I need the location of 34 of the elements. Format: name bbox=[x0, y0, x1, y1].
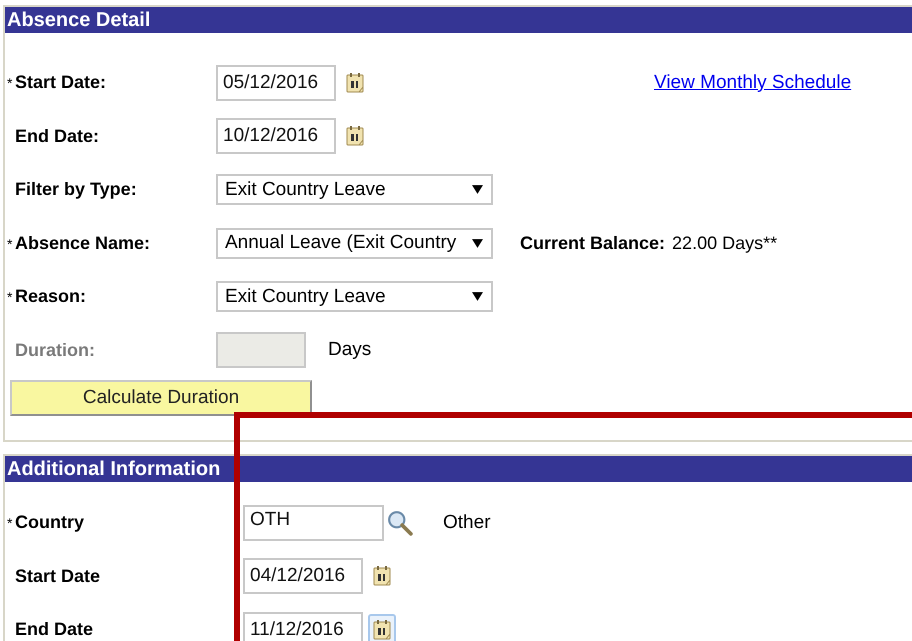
required-mark: * bbox=[6, 236, 14, 252]
dropdown[interactable]: Annual Leave (Exit Country bbox=[216, 228, 493, 259]
caret-icon bbox=[472, 238, 483, 248]
field-label: End Date bbox=[15, 619, 94, 640]
required-mark: * bbox=[6, 289, 14, 306]
caret-icon bbox=[472, 185, 483, 194]
date-field[interactable]: 04/12/2016 bbox=[243, 558, 363, 594]
country-field[interactable]: OTH bbox=[243, 504, 384, 541]
unit-label: Days bbox=[328, 339, 372, 362]
date-field[interactable]: 10/12/2016 bbox=[216, 118, 336, 154]
required-mark: * bbox=[6, 75, 14, 92]
section-title: Absence Detail bbox=[7, 9, 150, 31]
field-label: Start Date: bbox=[15, 72, 106, 94]
field-label: Absence Name: bbox=[15, 232, 150, 254]
dropdown[interactable]: Exit Country Leave bbox=[216, 281, 493, 312]
field-label: End Date: bbox=[15, 126, 100, 147]
balance-value: 22.00 Days** bbox=[672, 232, 778, 254]
search-icon[interactable] bbox=[387, 510, 413, 536]
date-field[interactable]: 11/12/2016 bbox=[243, 612, 363, 641]
field-label: Country bbox=[15, 512, 84, 534]
required-mark: * bbox=[6, 515, 14, 532]
field-label: Start Date bbox=[15, 566, 100, 587]
calculate-duration-button[interactable]: Calculate Duration bbox=[10, 380, 312, 416]
calendar-icon[interactable] bbox=[368, 614, 396, 641]
field-label: Reason: bbox=[15, 286, 86, 308]
date-field[interactable]: 05/12/2016 bbox=[216, 64, 336, 101]
section-title: Additional Information bbox=[7, 458, 220, 480]
view-schedule-link[interactable]: View Monthly Schedule bbox=[654, 72, 852, 94]
dropdown[interactable]: Exit Country Leave bbox=[216, 174, 493, 206]
field-label: Duration: bbox=[15, 340, 95, 361]
caret-icon bbox=[472, 292, 483, 302]
field-label: Filter by Type: bbox=[15, 179, 137, 200]
balance-label: Current Balance: bbox=[520, 232, 666, 254]
country-description: Other bbox=[443, 512, 491, 534]
